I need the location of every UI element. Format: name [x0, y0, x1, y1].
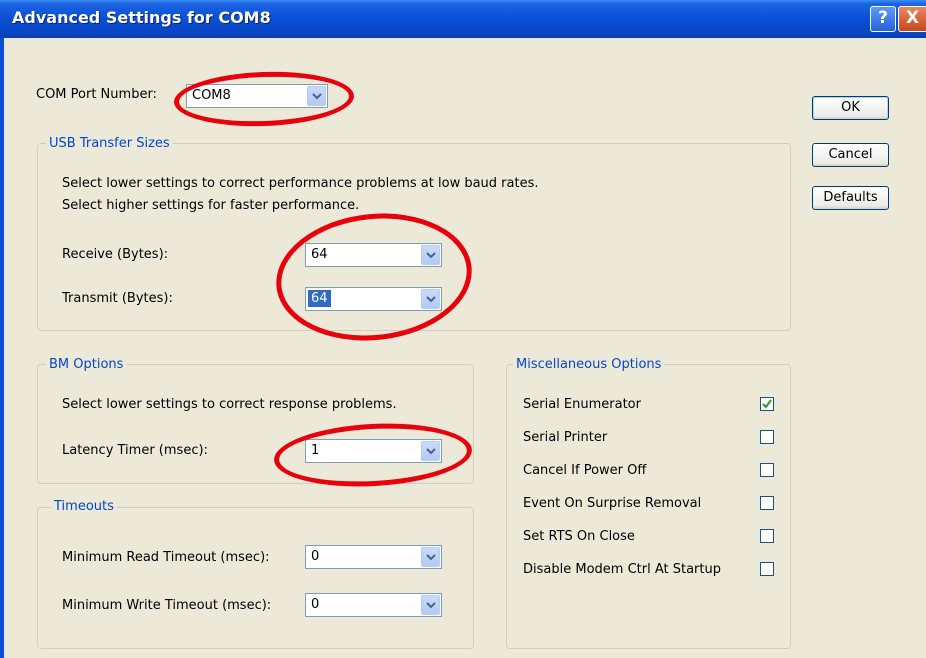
bm-desc: Select lower settings to correct respons…: [62, 397, 397, 412]
read-timeout-label: Minimum Read Timeout (msec):: [62, 550, 270, 565]
chevron-down-icon[interactable]: [307, 86, 326, 106]
receive-label: Receive (Bytes):: [62, 247, 169, 262]
receive-select[interactable]: 64: [305, 243, 442, 267]
option-label: Set RTS On Close: [523, 529, 635, 544]
latency-select[interactable]: 1: [305, 439, 442, 463]
chevron-down-icon[interactable]: [421, 245, 440, 265]
timeouts-group: [37, 507, 474, 649]
read-timeout-value: 0: [311, 549, 320, 564]
chevron-down-icon[interactable]: [421, 289, 440, 309]
transmit-select[interactable]: 64: [305, 287, 442, 311]
cancel-button[interactable]: Cancel: [812, 143, 889, 167]
window-border: [0, 38, 4, 658]
usb-desc-line2: Select higher settings for faster perfor…: [62, 198, 360, 213]
option-label: Event On Surprise Removal: [523, 496, 702, 511]
option-label: Serial Printer: [523, 430, 608, 445]
option-label: Cancel If Power Off: [523, 463, 647, 478]
serial-printer-checkbox[interactable]: [760, 430, 774, 444]
com-port-value: COM8: [192, 88, 231, 103]
bm-options-legend: BM Options: [46, 357, 127, 372]
latency-label: Latency Timer (msec):: [62, 443, 208, 458]
disable-modem-ctrl-checkbox[interactable]: [760, 562, 774, 576]
defaults-button[interactable]: Defaults: [812, 186, 889, 210]
set-rts-on-close-checkbox[interactable]: [760, 529, 774, 543]
option-label: Disable Modem Ctrl At Startup: [523, 562, 721, 577]
chevron-down-icon[interactable]: [421, 441, 440, 461]
chevron-down-icon[interactable]: [421, 547, 440, 567]
window-title: Advanced Settings for COM8: [12, 8, 271, 27]
write-timeout-label: Minimum Write Timeout (msec):: [62, 598, 272, 613]
usb-desc-line1: Select lower settings to correct perform…: [62, 176, 539, 191]
serial-enumerator-checkbox[interactable]: [760, 397, 774, 411]
title-bar: Advanced Settings for COM8 ? X: [0, 0, 926, 38]
read-timeout-select[interactable]: 0: [305, 545, 442, 569]
misc-options-legend: Miscellaneous Options: [513, 357, 665, 372]
cancel-if-power-off-checkbox[interactable]: [760, 463, 774, 477]
checkmark-icon: [762, 399, 772, 409]
receive-value: 64: [311, 247, 328, 262]
com-port-label: COM Port Number:: [36, 87, 157, 102]
timeouts-legend: Timeouts: [51, 499, 117, 514]
bm-options-group: [37, 364, 474, 484]
close-button[interactable]: X: [898, 6, 926, 32]
option-label: Serial Enumerator: [523, 397, 641, 412]
write-timeout-select[interactable]: 0: [305, 593, 442, 617]
transmit-label: Transmit (Bytes):: [62, 291, 173, 306]
transmit-value: 64: [308, 290, 331, 307]
chevron-down-icon[interactable]: [421, 595, 440, 615]
help-button[interactable]: ?: [870, 6, 896, 32]
latency-value: 1: [311, 443, 320, 458]
com-port-select[interactable]: COM8: [186, 84, 328, 108]
usb-transfer-legend: USB Transfer Sizes: [46, 136, 173, 151]
ok-button[interactable]: OK: [812, 96, 889, 120]
event-on-surprise-removal-checkbox[interactable]: [760, 496, 774, 510]
write-timeout-value: 0: [311, 597, 320, 612]
